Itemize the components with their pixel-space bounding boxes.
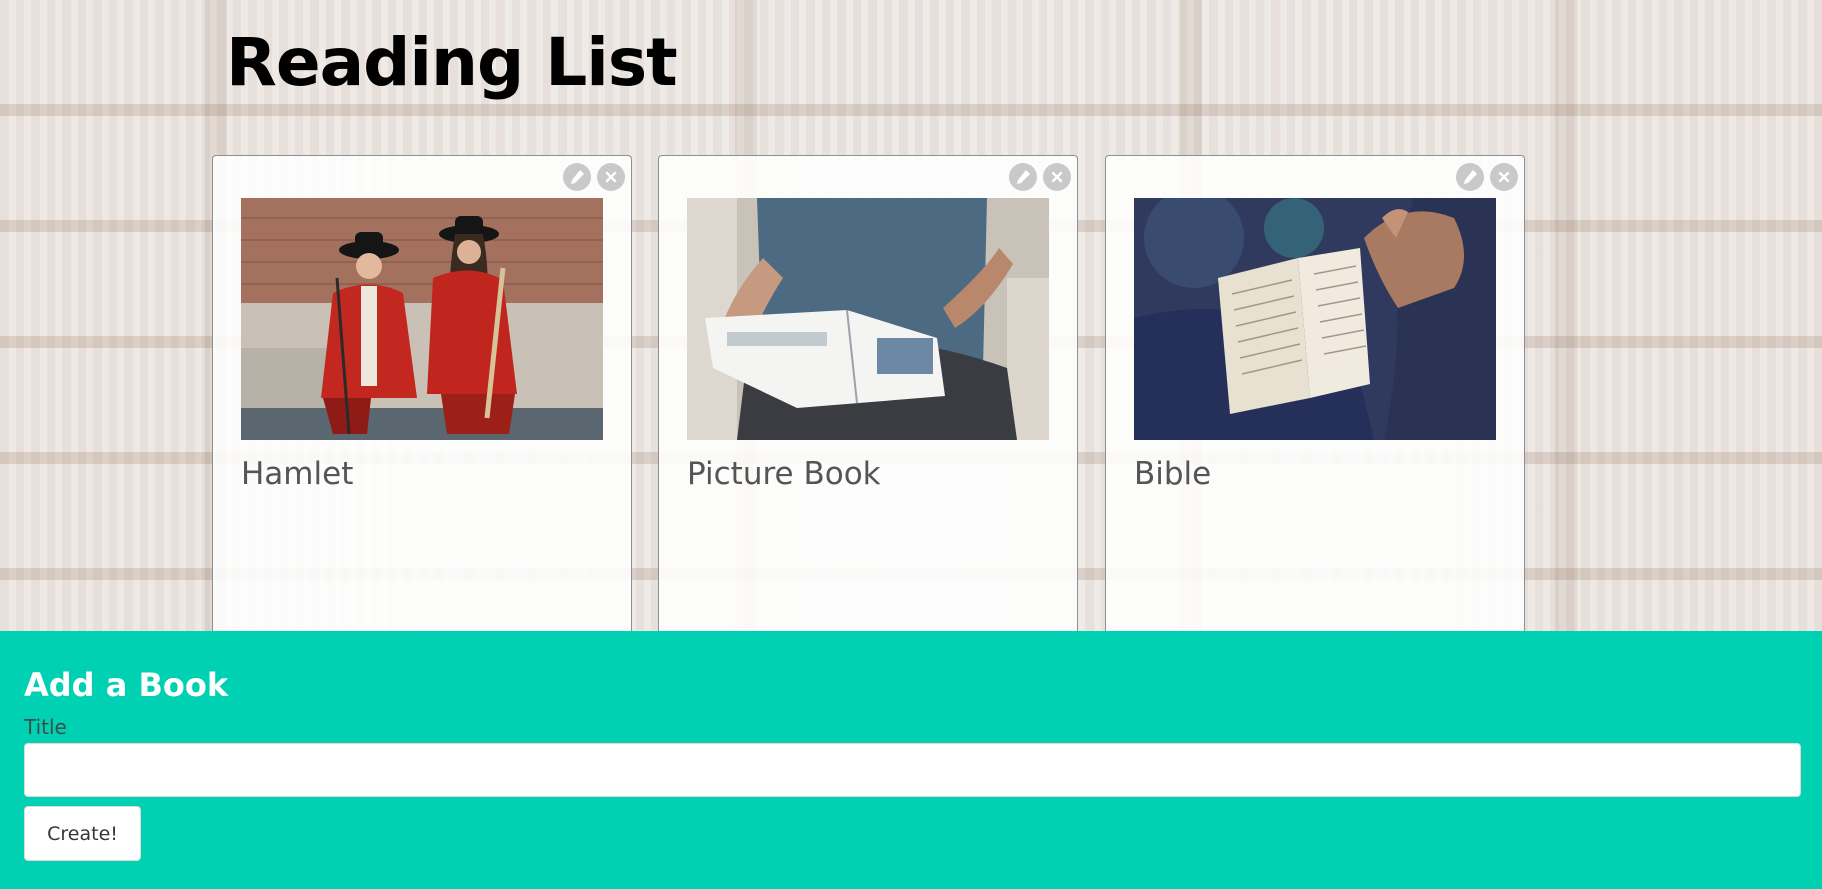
book-card-hamlet: Hamlet: [212, 155, 632, 635]
book-title: Picture Book: [687, 456, 881, 492]
title-input[interactable]: [24, 743, 1801, 797]
delete-button[interactable]: [1043, 163, 1071, 191]
pencil-icon: [1464, 170, 1477, 184]
add-book-panel: Add a Book Title Create!: [0, 631, 1822, 889]
edit-button[interactable]: [563, 163, 591, 191]
pencil-icon: [1017, 170, 1030, 184]
create-button[interactable]: Create!: [24, 806, 141, 861]
book-title: Hamlet: [241, 456, 354, 492]
book-card-picture-book: Picture Book: [658, 155, 1078, 635]
book-card-bible: Bible: [1105, 155, 1525, 635]
title-label: Title: [24, 715, 67, 739]
delete-button[interactable]: [1490, 163, 1518, 191]
add-book-heading: Add a Book: [24, 666, 229, 704]
close-icon: [605, 171, 617, 183]
book-cover-image: [687, 198, 1049, 440]
delete-button[interactable]: [597, 163, 625, 191]
book-cover-image: [241, 198, 603, 440]
book-title: Bible: [1134, 456, 1212, 492]
edit-button[interactable]: [1009, 163, 1037, 191]
edit-button[interactable]: [1456, 163, 1484, 191]
close-icon: [1051, 171, 1063, 183]
page-title: Reading List: [226, 24, 678, 101]
pencil-icon: [571, 170, 584, 184]
book-cover-image: [1134, 198, 1496, 440]
close-icon: [1498, 171, 1510, 183]
